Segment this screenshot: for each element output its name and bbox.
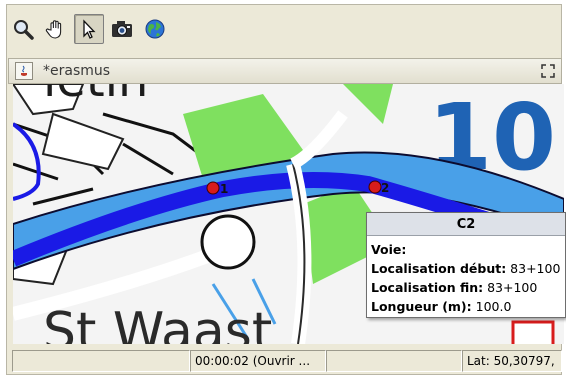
document-header: *erasmus	[8, 58, 562, 84]
select-tool-button[interactable]	[74, 14, 104, 44]
roundabout	[200, 214, 256, 270]
pointer-icon	[83, 19, 96, 39]
tooltip-row-localisation-debut: Localisation début: 83+100	[371, 261, 560, 276]
tooltip-value: 83+100	[487, 280, 538, 295]
tooltip-row-voie: Voie:	[371, 242, 406, 257]
status-cell-coordinates: Lat: 50,30797,	[462, 350, 562, 372]
toolbar	[8, 12, 170, 46]
magnifier-icon	[14, 20, 34, 40]
document-title: *erasmus	[43, 63, 111, 79]
status-cell-progress	[326, 350, 462, 372]
tooltip-label: Voie:	[371, 242, 407, 257]
globe-tool-button[interactable]	[140, 14, 170, 44]
tooltip-label: Localisation fin:	[371, 280, 484, 295]
feature-tooltip: C2 Voie: Localisation début: 83+100 Loca…	[366, 212, 566, 318]
marker-c1-label: 1	[220, 182, 228, 196]
status-bar: 00:00:02 (Ouvrir ... Lat: 50,30797,	[8, 350, 562, 372]
globe-icon	[145, 19, 165, 39]
tooltip-label: Longueur (m):	[371, 299, 472, 314]
hand-icon	[45, 20, 62, 39]
tooltip-value: 100.0	[475, 299, 512, 314]
tooltip-label: Localisation début:	[371, 261, 507, 276]
tooltip-row-longueur: Longueur (m): 100.0	[371, 299, 511, 314]
status-cell-time: 00:00:02 (Ouvrir ...	[190, 350, 326, 372]
java-document-icon	[15, 62, 33, 80]
maximize-icon[interactable]	[541, 64, 555, 78]
zoom-tool-button[interactable]	[8, 14, 38, 44]
snapshot-tool-button[interactable]	[107, 14, 137, 44]
tooltip-row-localisation-fin: Localisation fin: 83+100	[371, 280, 537, 295]
map-town-label: St Waast	[43, 302, 272, 344]
camera-icon	[112, 21, 132, 37]
marker-c2-label: 2	[381, 181, 389, 195]
tooltip-value: 83+100	[510, 261, 561, 276]
tooltip-title: C2	[367, 213, 565, 236]
status-cell-message	[12, 350, 190, 372]
pan-tool-button[interactable]	[41, 14, 71, 44]
map-top-label: ietin	[43, 84, 148, 108]
